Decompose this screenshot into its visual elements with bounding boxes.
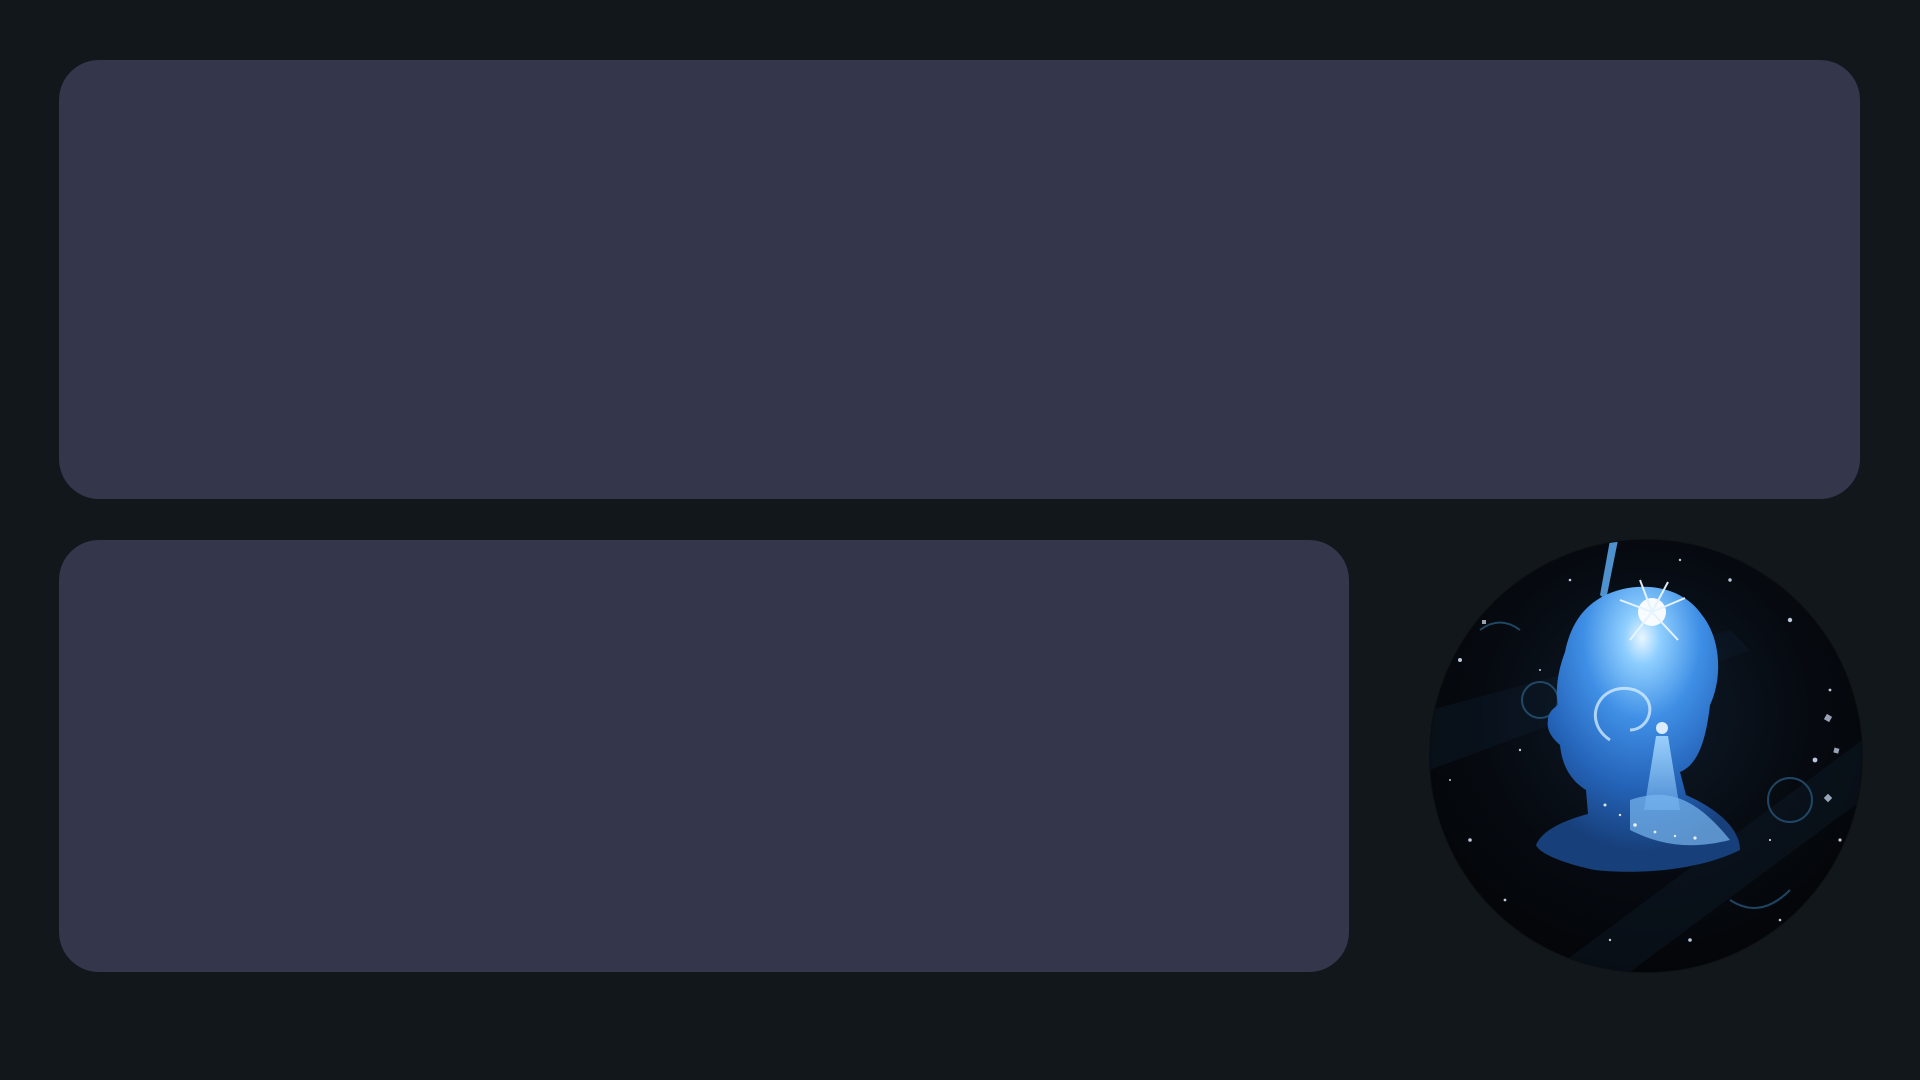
avatar[interactable] (1430, 540, 1862, 972)
app-root (0, 0, 1920, 1080)
bottom-panel (59, 540, 1349, 972)
top-panel (59, 60, 1860, 499)
profile-artwork-icon (1430, 540, 1862, 972)
